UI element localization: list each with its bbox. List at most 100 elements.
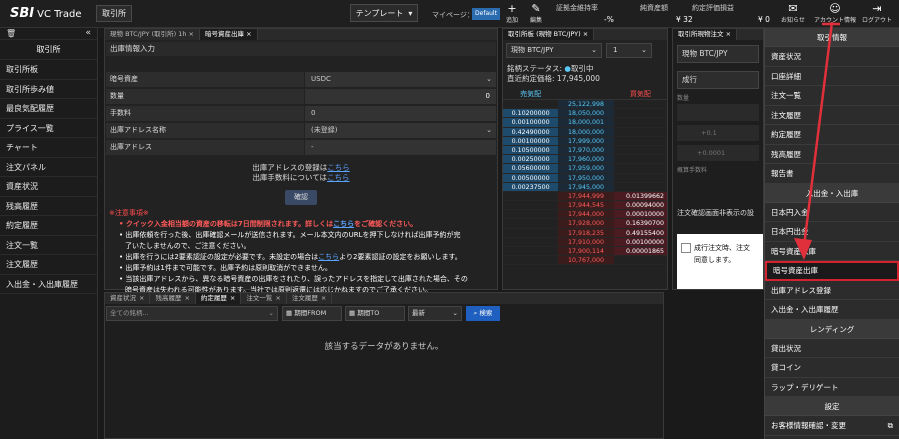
collapse-icon[interactable]: « <box>85 28 91 38</box>
sidebar-item[interactable]: 資産状況 <box>0 177 97 197</box>
sidebar-item[interactable]: 残高履歴 <box>0 197 97 216</box>
menu-item[interactable]: 出庫アドレス登録 <box>765 281 899 300</box>
orderbook-row[interactable]: 0.05600000 17,959,000 <box>503 164 667 174</box>
history-tab[interactable]: 注文履歴 × <box>287 293 333 304</box>
sidebar-item[interactable]: 約定履歴 <box>0 216 97 236</box>
arrow-annotation <box>794 21 840 260</box>
sidebar-item[interactable]: プライス一覧 <box>0 119 97 138</box>
plus-00001-button[interactable]: +0.0001 <box>677 145 759 161</box>
template-dropdown[interactable]: テンプレート ▾ <box>350 4 418 22</box>
close-icon[interactable]: × <box>246 30 251 38</box>
sidebar-item[interactable]: 注文パネル <box>0 158 97 177</box>
field-input[interactable]: USDC ⌄ <box>305 72 496 87</box>
qty-input[interactable] <box>677 104 759 121</box>
close-icon[interactable]: × <box>184 294 189 302</box>
date-to-input[interactable]: ▦ 期間TO <box>345 306 405 321</box>
tab-crypto-withdraw[interactable]: 暗号資産出庫 × <box>200 29 258 40</box>
sort-select[interactable]: 最新 ⌄ <box>408 306 462 321</box>
orderbook-row[interactable]: 17,918,235 0.49155400 <box>503 228 667 238</box>
orderbook-row[interactable]: 0.42490000 18,000,000 <box>503 127 667 137</box>
orderbook-row[interactable]: 17,910,000 0.00100000 <box>503 237 667 247</box>
sidebar-item[interactable]: 注文一覧 <box>0 236 97 255</box>
status-label: 銘柄ステータス: <box>507 64 563 73</box>
orderbook-row[interactable]: 17,900,114 0.00001865 <box>503 247 667 257</box>
tab-spot-order[interactable]: 取引所現物注文 × <box>673 29 738 40</box>
orderbook-row[interactable]: 0.00250000 17,960,000 <box>503 155 667 165</box>
close-icon[interactable]: × <box>583 30 588 38</box>
field-input[interactable]: - <box>305 140 496 155</box>
field-input[interactable]: 0 <box>305 89 496 104</box>
close-icon[interactable]: × <box>230 294 235 302</box>
address-reg-link[interactable]: こちら <box>327 163 350 172</box>
confirm-button[interactable]: 確認 <box>285 190 317 205</box>
sidebar-item[interactable]: チャート <box>0 138 97 158</box>
pair-select[interactable]: 現物 BTC/JPY ⌄ <box>506 43 602 58</box>
orderbook-row[interactable]: 17,944,999 0.01399662 <box>503 191 667 202</box>
bid-qty: 0.00001865 <box>613 247 667 256</box>
bid-qty <box>614 137 667 145</box>
plus-01-button[interactable]: +0.1 <box>677 125 759 141</box>
orderbook-row[interactable]: 10,767,000 <box>503 256 667 266</box>
date-from-input[interactable]: ▦ 期間FROM <box>282 306 342 321</box>
history-tab[interactable]: 残高履歴 × <box>150 293 196 304</box>
pair-filter-input[interactable]: 全ての銘柄... ⌄ <box>106 306 278 321</box>
sidebar-item[interactable]: 入出金・入出庫履歴 <box>0 275 97 294</box>
orderbook-row[interactable]: 0.10200000 18,050,000 <box>503 109 667 119</box>
orderbook-row[interactable]: 17,944,545 0.00094000 <box>503 201 667 211</box>
orderbook-row[interactable]: 0.00100000 17,999,000 <box>503 136 667 146</box>
close-icon[interactable]: × <box>275 294 280 302</box>
confirm-box: 成行注文時、注文 同意します。 <box>677 234 763 289</box>
orderbook-row[interactable]: 0.10500000 17,970,000 <box>503 145 667 156</box>
trash-icon[interactable]: 🗑 <box>6 29 16 38</box>
menu-item-label: 貸コイン <box>771 363 801 372</box>
tab-orderbook[interactable]: 取引所板 (現物 BTC/JPY) × <box>503 29 595 40</box>
close-icon[interactable]: × <box>321 294 326 302</box>
orderbook-row[interactable]: 25,122,998 <box>503 100 667 110</box>
close-icon[interactable]: × <box>139 294 144 302</box>
menu-item-label: 出庫アドレス登録 <box>771 285 831 295</box>
sbi-logo[interactable]: SBI VC Trade <box>10 6 82 21</box>
agree-checkbox[interactable] <box>681 243 691 253</box>
fee-info-link[interactable]: こちら <box>327 173 350 182</box>
sidebar-item[interactable]: 注文履歴 <box>0 255 97 275</box>
search-button[interactable]: ⌕ 検索 <box>466 306 500 321</box>
notice-link[interactable]: こちら <box>333 220 354 228</box>
orderbook-row[interactable]: 17,944,000 0.00010000 <box>503 210 667 220</box>
orderbook-row[interactable]: 17,928,000 0.16390700 <box>503 219 667 229</box>
price-cell: 17,960,000 <box>558 155 614 164</box>
qty-select[interactable]: 1 ⌄ <box>606 43 652 58</box>
notice-text: 出庫を行うには2要素認証の設定が必要です。未設定の場合は <box>125 253 319 261</box>
sidebar-item[interactable]: 取引所板 <box>0 60 97 80</box>
mode-button[interactable]: 取引所 <box>96 5 132 22</box>
history-tab[interactable]: 資産状況 × <box>105 293 151 304</box>
tab-btc-chart[interactable]: 現物 BTC/JPY (取引所) 1h × <box>105 29 200 40</box>
logout-button[interactable]: ⇥ ログアウト <box>860 3 894 25</box>
add-label: 追加 <box>505 17 518 24</box>
add-button[interactable]: + 追加 <box>504 3 520 25</box>
menu-item[interactable]: お客様情報確認・変更 ⧉ <box>765 416 899 436</box>
sort-value: 最新 <box>412 309 425 317</box>
tab-label: 暗号資産出庫 <box>205 30 244 38</box>
orderbook-row[interactable]: 0.00500000 17,950,000 <box>503 173 667 183</box>
menu-item[interactable]: 入出金・入出庫履歴 <box>765 300 899 320</box>
menu-item[interactable]: 貸出状況 <box>765 339 899 358</box>
field-input[interactable]: (未登録) ⌄ <box>305 123 496 138</box>
edit-button[interactable]: ✎ 編集 <box>528 3 544 25</box>
sidebar-item[interactable]: 最良気配履歴 <box>0 99 97 119</box>
close-icon[interactable]: × <box>726 30 731 38</box>
price-cell: 17,928,000 <box>558 219 614 228</box>
mypage-select[interactable]: Default <box>472 8 500 20</box>
orderbook-row[interactable]: 0.00237500 17,945,000 <box>503 182 667 192</box>
order-type-select[interactable]: 成行 <box>677 71 759 89</box>
twofa-link[interactable]: こちら <box>318 253 339 261</box>
order-pair-select[interactable]: 現物 BTC/JPY <box>677 45 759 63</box>
withdraw-tabs: 現物 BTC/JPY (取引所) 1h × 暗号資産出庫 × <box>105 29 497 40</box>
close-icon[interactable]: × <box>189 30 194 38</box>
menu-item[interactable]: ラップ・デリゲート <box>765 378 899 397</box>
sidebar-item[interactable]: 取引所歩み値 <box>0 80 97 99</box>
field-input[interactable]: 0 <box>305 106 496 121</box>
orderbook-row[interactable]: 0.00100000 18,000,001 <box>503 118 667 128</box>
history-tab[interactable]: 約定履歴 × <box>195 293 242 304</box>
menu-item[interactable]: 貸コイン <box>765 358 899 378</box>
history-tab[interactable]: 注文一覧 × <box>241 293 287 304</box>
